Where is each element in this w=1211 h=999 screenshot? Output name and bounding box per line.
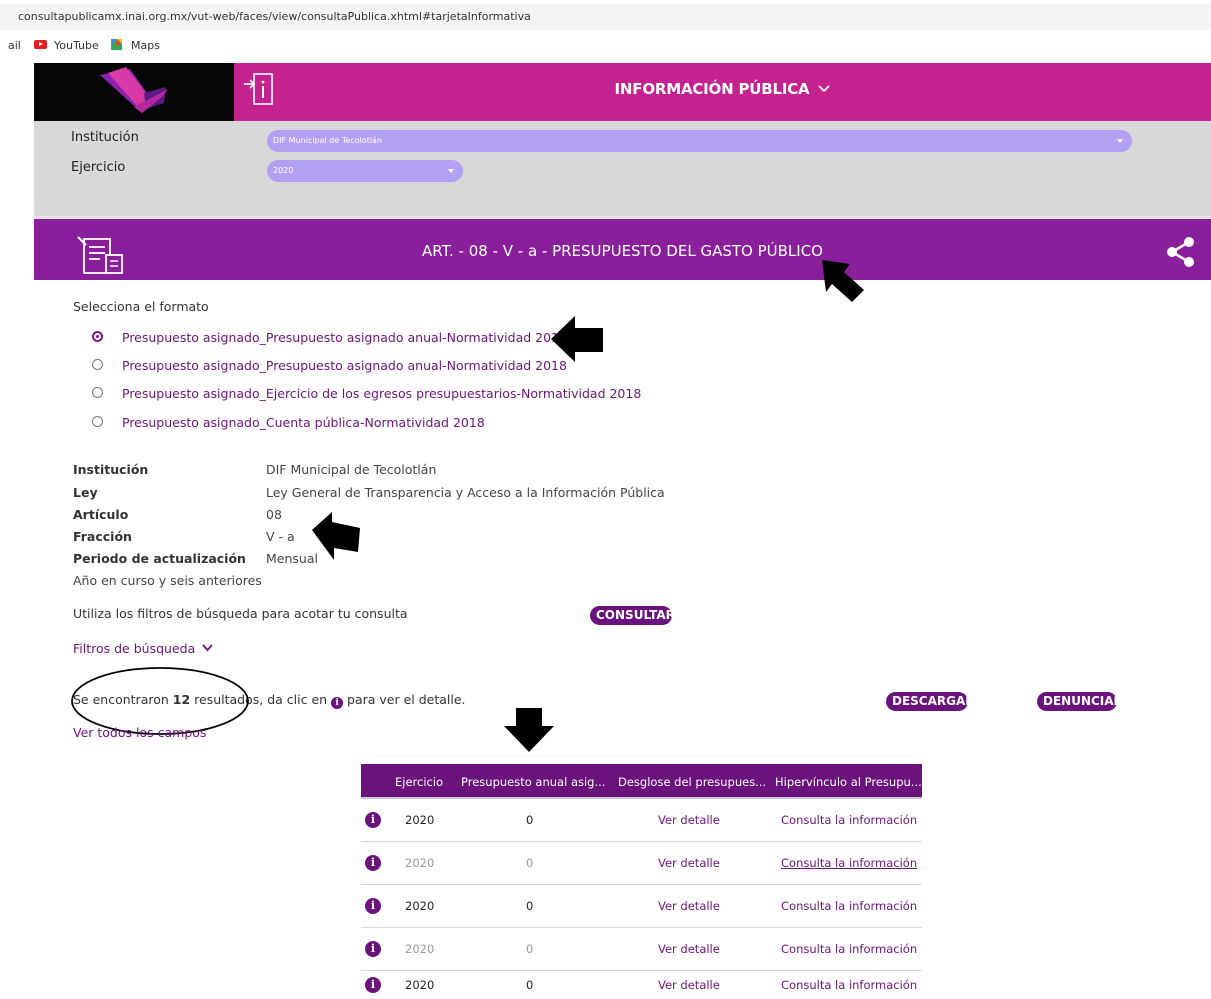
bookmarks-bar: ail YouTube Maps bbox=[0, 36, 1211, 58]
year-select-value: 2020 bbox=[273, 166, 294, 175]
top-header: INFORMACIÓN PÚBLICA bbox=[234, 63, 1211, 121]
cell-detail-link[interactable]: Ver detalle bbox=[658, 799, 720, 842]
col-presupuesto[interactable]: Presupuesto anual asig... bbox=[461, 764, 605, 797]
cell-info-link[interactable]: Consulta la información bbox=[781, 885, 917, 928]
maps-icon bbox=[111, 39, 122, 50]
format-radio-2[interactable] bbox=[92, 359, 103, 370]
cell-year: 2020 bbox=[405, 899, 435, 913]
cell-info-link[interactable]: Consulta la información bbox=[781, 971, 917, 999]
search-filters-toggle[interactable]: Filtros de búsqueda bbox=[73, 641, 213, 656]
cell-detail-link[interactable]: Ver detalle bbox=[658, 928, 720, 971]
cell-info-link[interactable]: Consulta la información bbox=[781, 799, 917, 842]
cell-year: 2020 bbox=[405, 813, 435, 827]
info-icon: i bbox=[331, 697, 344, 709]
detail-institucion-val: DIF Municipal de Tecolotlán bbox=[266, 462, 437, 477]
detail-fraccion-val: V - a bbox=[266, 529, 295, 544]
info-icon[interactable]: i bbox=[365, 898, 381, 914]
cell-value: 0 bbox=[526, 899, 534, 913]
format-option-2[interactable]: Presupuesto asignado_Presupuesto asignad… bbox=[122, 358, 567, 373]
annotation-arrow-icon bbox=[822, 260, 864, 302]
cell-value: 0 bbox=[526, 813, 534, 827]
filter-panel: Institución DIF Municipal de Tecolotlán … bbox=[34, 121, 1211, 216]
format-radio-1[interactable] bbox=[92, 331, 103, 342]
detail-institucion-key: Institución bbox=[73, 462, 149, 477]
format-radio-4[interactable] bbox=[92, 416, 103, 427]
info-icon[interactable]: i bbox=[365, 855, 381, 871]
info-icon[interactable]: i bbox=[365, 941, 381, 957]
annotation-arrow-down-icon bbox=[504, 708, 554, 752]
youtube-icon bbox=[34, 40, 47, 49]
article-bar: ART. - 08 - V - a - PRESUPUESTO DEL GAST… bbox=[34, 216, 1211, 280]
institution-select[interactable]: DIF Municipal de Tecolotlán bbox=[267, 130, 1132, 152]
table-row: i 2020 0 Ver detalle Consulta la informa… bbox=[361, 928, 922, 971]
year-label: Ejercicio bbox=[71, 160, 126, 175]
detail-articulo-val: 08 bbox=[266, 507, 282, 522]
detail-ley-key: Ley bbox=[73, 485, 98, 500]
cell-info-link[interactable]: Consulta la información bbox=[781, 928, 917, 971]
cell-value: 0 bbox=[526, 856, 534, 870]
report-button[interactable]: DENUNCIAR bbox=[1037, 692, 1123, 711]
search-hint: Utiliza los filtros de búsqueda para aco… bbox=[73, 606, 408, 621]
detail-fraccion-key: Fracción bbox=[73, 529, 132, 544]
chevron-down-icon bbox=[818, 85, 831, 93]
download-button[interactable]: DESCARGAR bbox=[886, 692, 975, 711]
format-option-1[interactable]: Presupuesto asignado_Presupuesto asignad… bbox=[122, 330, 567, 345]
bookmark-youtube[interactable]: YouTube bbox=[54, 39, 99, 52]
cell-value: 0 bbox=[526, 942, 534, 956]
article-title: ART. - 08 - V - a - PRESUPUESTO DEL GAST… bbox=[422, 242, 823, 260]
year-select[interactable]: 2020 bbox=[267, 160, 463, 182]
cell-info-link[interactable]: Consulta la información bbox=[781, 842, 917, 885]
url-text[interactable]: consultapublicamx.inai.org.mx/vut-web/fa… bbox=[18, 10, 531, 23]
col-desglose[interactable]: Desglose del presupues... bbox=[618, 764, 766, 797]
format-radio-3[interactable] bbox=[92, 387, 103, 398]
table-header: Ejercicio Presupuesto anual asig... Desg… bbox=[361, 764, 922, 799]
cell-year: 2020 bbox=[405, 978, 435, 992]
caret-down-icon bbox=[448, 169, 454, 173]
detail-periodo-key: Periodo de actualización bbox=[73, 551, 246, 566]
cell-detail-link[interactable]: Ver detalle bbox=[658, 885, 720, 928]
consult-button[interactable]: CONSULTAR bbox=[590, 606, 675, 625]
table-row: i 2020 0 Ver detalle Consulta la informa… bbox=[361, 971, 922, 999]
col-hipervinculo[interactable]: Hipervínculo al Presupu... bbox=[775, 764, 922, 797]
institution-select-value: DIF Municipal de Tecolotlán bbox=[273, 136, 383, 145]
format-option-4[interactable]: Presupuesto asignado_Cuenta pública-Norm… bbox=[122, 415, 485, 430]
cell-value: 0 bbox=[526, 978, 534, 992]
search-filters-label: Filtros de búsqueda bbox=[73, 641, 196, 656]
col-ejercicio[interactable]: Ejercicio bbox=[395, 764, 443, 797]
cell-detail-link[interactable]: Ver detalle bbox=[658, 971, 720, 999]
cell-detail-link[interactable]: Ver detalle bbox=[658, 842, 720, 885]
info-icon[interactable]: i bbox=[365, 812, 381, 828]
header-title: INFORMACIÓN PÚBLICA bbox=[614, 80, 810, 98]
results-suffix: para ver el detalle. bbox=[343, 692, 466, 707]
bookmark-maps[interactable]: Maps bbox=[131, 39, 160, 52]
detail-ley-val: Ley General de Transparencia y Acceso a … bbox=[266, 485, 665, 500]
table-row: i 2020 0 Ver detalle Consulta la informa… bbox=[361, 799, 922, 842]
site-logo[interactable] bbox=[34, 63, 234, 121]
bookmark-gmail[interactable]: ail bbox=[8, 39, 21, 52]
annotation-arrow-left-icon bbox=[551, 316, 603, 362]
cell-year: 2020 bbox=[405, 856, 435, 870]
chevron-down-icon bbox=[202, 644, 213, 652]
detail-anio-text: Año en curso y seis anteriores bbox=[73, 573, 262, 588]
format-option-3[interactable]: Presupuesto asignado_Ejercicio de los eg… bbox=[122, 386, 641, 401]
institution-label: Institución bbox=[71, 130, 139, 145]
info-icon[interactable]: i bbox=[365, 977, 381, 993]
table-row: i 2020 0 Ver detalle Consulta la informa… bbox=[361, 842, 922, 885]
header-menu[interactable]: INFORMACIÓN PÚBLICA bbox=[234, 63, 1211, 121]
annotation-arrow-icon bbox=[312, 512, 360, 560]
cell-year: 2020 bbox=[405, 942, 435, 956]
share-icon[interactable] bbox=[1164, 235, 1198, 269]
detail-articulo-key: Artículo bbox=[73, 507, 129, 522]
caret-down-icon bbox=[1117, 139, 1123, 143]
format-prompt: Selecciona el formato bbox=[73, 299, 209, 314]
view-all-fields-link[interactable]: Ver todos los campos bbox=[73, 725, 206, 740]
inai-logo-icon bbox=[100, 67, 168, 113]
table-row: i 2020 0 Ver detalle Consulta la informa… bbox=[361, 885, 922, 928]
